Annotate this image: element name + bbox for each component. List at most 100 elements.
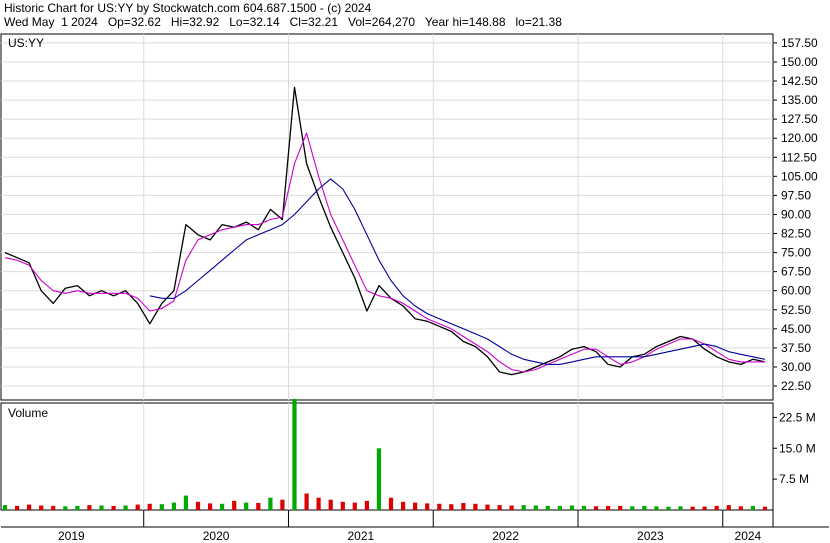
volume-bar bbox=[630, 506, 635, 510]
volume-tick-label: 15.0 M bbox=[779, 441, 816, 455]
volume-bar bbox=[618, 505, 623, 510]
volume-bar bbox=[569, 505, 574, 510]
volume-bar bbox=[39, 505, 44, 510]
volume-bar bbox=[340, 501, 345, 510]
price-tick-label: 150.00 bbox=[781, 55, 818, 69]
volume-tick-label: 22.5 M bbox=[779, 410, 816, 424]
volume-bar bbox=[280, 499, 285, 510]
year-label: 2023 bbox=[637, 529, 664, 543]
price-tick-label: 120.00 bbox=[781, 131, 818, 145]
volume-bar bbox=[485, 504, 490, 510]
volume-bar bbox=[666, 506, 671, 510]
year-label: 2022 bbox=[492, 529, 519, 543]
volume-bar bbox=[220, 503, 225, 510]
volume-bar bbox=[401, 501, 406, 510]
volume-bar bbox=[51, 505, 56, 510]
volume-bar bbox=[594, 506, 599, 510]
volume-panel: Volume bbox=[2, 398, 768, 510]
price-tick-label: 45.00 bbox=[781, 322, 811, 336]
price-tick-label: 22.50 bbox=[781, 379, 811, 393]
price-tick-label: 60.00 bbox=[781, 284, 811, 298]
volume-bar bbox=[750, 505, 755, 510]
volume-bar bbox=[762, 506, 768, 510]
volume-bar bbox=[461, 503, 466, 510]
volume-bar bbox=[376, 448, 381, 510]
volume-bar bbox=[15, 505, 20, 510]
price-panel-frame bbox=[0, 33, 774, 401]
price-tick-label: 37.50 bbox=[781, 341, 811, 355]
price-panel: US:YY bbox=[4, 36, 766, 376]
price-tick-label: 30.00 bbox=[781, 360, 811, 374]
volume-tick-label: 7.5 M bbox=[779, 472, 809, 486]
volume-bar bbox=[183, 495, 188, 510]
volume-bar bbox=[292, 398, 297, 510]
volume-bar bbox=[147, 503, 152, 510]
year-label: 2020 bbox=[203, 529, 230, 543]
volume-panel-title: Volume bbox=[8, 406, 48, 420]
volume-bar bbox=[606, 505, 611, 510]
price-tick-label: 157.50 bbox=[781, 36, 818, 50]
volume-bar bbox=[171, 502, 176, 510]
volume-bar bbox=[328, 499, 333, 510]
volume-bar bbox=[2, 505, 8, 510]
volume-bar bbox=[244, 502, 249, 510]
year-label: 2019 bbox=[58, 529, 85, 543]
volume-bar bbox=[654, 506, 659, 510]
volume-bar bbox=[437, 503, 442, 510]
volume-panel-frame bbox=[0, 402, 774, 511]
price-tick-label: 82.50 bbox=[781, 227, 811, 241]
price-tick-label: 142.50 bbox=[781, 74, 818, 88]
volume-bar bbox=[642, 505, 647, 510]
year-label: 2024 bbox=[735, 529, 762, 543]
volume-bar bbox=[726, 505, 731, 510]
volume-bar bbox=[232, 500, 237, 510]
chart-frames bbox=[0, 33, 829, 528]
volume-bar bbox=[678, 506, 683, 510]
volume-bar bbox=[533, 505, 538, 510]
volume-bar bbox=[690, 506, 695, 510]
volume-bar bbox=[738, 506, 743, 510]
volume-bar bbox=[268, 497, 273, 510]
year-label: 2021 bbox=[348, 529, 375, 543]
volume-bar bbox=[388, 497, 394, 510]
volume-bar bbox=[702, 506, 707, 510]
price-tick-label: 97.50 bbox=[781, 188, 811, 202]
volume-bar bbox=[413, 502, 418, 510]
price-tick-label: 112.50 bbox=[781, 150, 817, 164]
price-panel-title: US:YY bbox=[8, 36, 44, 50]
volume-bar bbox=[195, 501, 201, 510]
volume-bar bbox=[99, 505, 104, 510]
volume-bar bbox=[545, 505, 550, 510]
volume-bar bbox=[509, 505, 514, 510]
price-tick-label: 67.50 bbox=[781, 265, 811, 279]
volume-bar bbox=[208, 503, 213, 510]
price-tick-label: 127.50 bbox=[781, 112, 818, 126]
volume-bar bbox=[159, 504, 164, 510]
volume-bar bbox=[63, 506, 68, 510]
volume-bar bbox=[75, 505, 80, 510]
price-close-line bbox=[4, 86, 766, 376]
volume-bar bbox=[352, 502, 357, 510]
volume-bar bbox=[714, 505, 719, 510]
volume-bar bbox=[111, 505, 116, 510]
volume-bar bbox=[87, 505, 92, 510]
volume-bar bbox=[473, 503, 478, 510]
volume-bar bbox=[425, 503, 430, 510]
volume-bar bbox=[316, 497, 321, 510]
volume-bar bbox=[27, 504, 32, 510]
price-tick-label: 90.00 bbox=[781, 207, 811, 221]
axis-labels: 157.50 150.00 142.50 135.00 127.50 120.00 112.… bbox=[58, 36, 818, 543]
volume-bar bbox=[497, 505, 502, 510]
volume-bar bbox=[256, 503, 261, 510]
price-tick-label: 52.50 bbox=[781, 303, 811, 317]
volume-bar bbox=[581, 505, 587, 510]
volume-bar bbox=[364, 500, 369, 510]
price-tick-label: 135.00 bbox=[781, 93, 818, 107]
volume-bar bbox=[521, 505, 526, 510]
stock-chart: US:YY Volume 157.50 150.00 142.50 135.00 127… bbox=[0, 33, 829, 543]
volume-bar bbox=[449, 504, 454, 510]
price-tick-label: 105.00 bbox=[781, 169, 818, 183]
volume-bar bbox=[557, 505, 562, 510]
price-tick-label: 75.00 bbox=[781, 246, 811, 260]
volume-bar bbox=[135, 504, 140, 510]
